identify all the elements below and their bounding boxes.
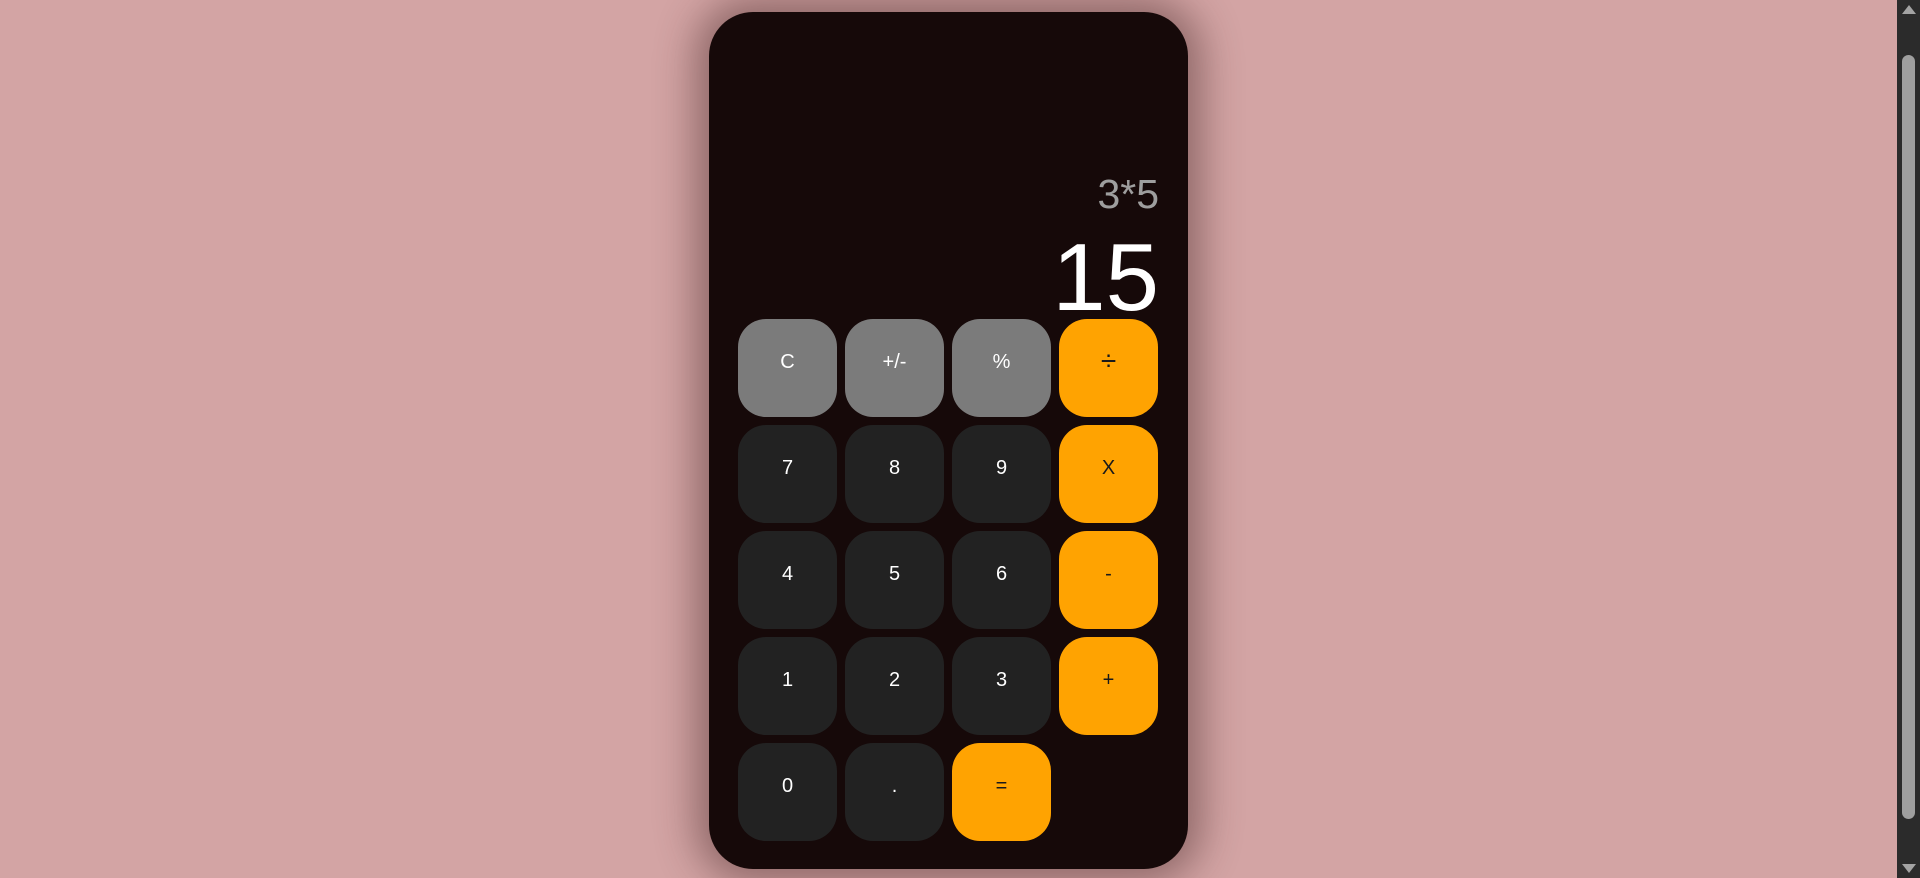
negate-button[interactable]: +/- bbox=[845, 319, 944, 417]
decimal-button[interactable]: . bbox=[845, 743, 944, 841]
scroll-thumb[interactable] bbox=[1902, 55, 1915, 819]
digit-8-button[interactable]: 8 bbox=[845, 425, 944, 523]
digit-3-button[interactable]: 3 bbox=[952, 637, 1051, 735]
equals-button[interactable]: = bbox=[952, 743, 1051, 841]
add-button[interactable]: + bbox=[1059, 637, 1158, 735]
digit-9-button[interactable]: 9 bbox=[952, 425, 1051, 523]
subtract-button[interactable]: - bbox=[1059, 531, 1158, 629]
digit-4-button[interactable]: 4 bbox=[738, 531, 837, 629]
digit-5-button[interactable]: 5 bbox=[845, 531, 944, 629]
digit-7-button[interactable]: 7 bbox=[738, 425, 837, 523]
digit-6-button[interactable]: 6 bbox=[952, 531, 1051, 629]
digit-0-button[interactable]: 0 bbox=[738, 743, 837, 841]
result-display: 15 bbox=[1052, 224, 1159, 331]
percent-button[interactable]: % bbox=[952, 319, 1051, 417]
keypad: C +/- % ÷ 7 8 9 X 4 5 6 - 1 2 3 + 0 . = bbox=[738, 319, 1158, 841]
display: 3*5 15 bbox=[738, 12, 1159, 326]
digit-1-button[interactable]: 1 bbox=[738, 637, 837, 735]
scroll-up-arrow-icon[interactable] bbox=[1902, 5, 1916, 14]
clear-button[interactable]: C bbox=[738, 319, 837, 417]
digit-2-button[interactable]: 2 bbox=[845, 637, 944, 735]
divide-button[interactable]: ÷ bbox=[1059, 319, 1158, 417]
vertical-scrollbar[interactable] bbox=[1897, 0, 1920, 878]
multiply-button[interactable]: X bbox=[1059, 425, 1158, 523]
calculator: 3*5 15 C +/- % ÷ 7 8 9 X 4 5 6 - 1 2 3 +… bbox=[709, 12, 1188, 869]
scroll-down-arrow-icon[interactable] bbox=[1902, 864, 1916, 873]
expression-display: 3*5 bbox=[1097, 171, 1159, 217]
page: 3*5 15 C +/- % ÷ 7 8 9 X 4 5 6 - 1 2 3 +… bbox=[0, 0, 1920, 878]
